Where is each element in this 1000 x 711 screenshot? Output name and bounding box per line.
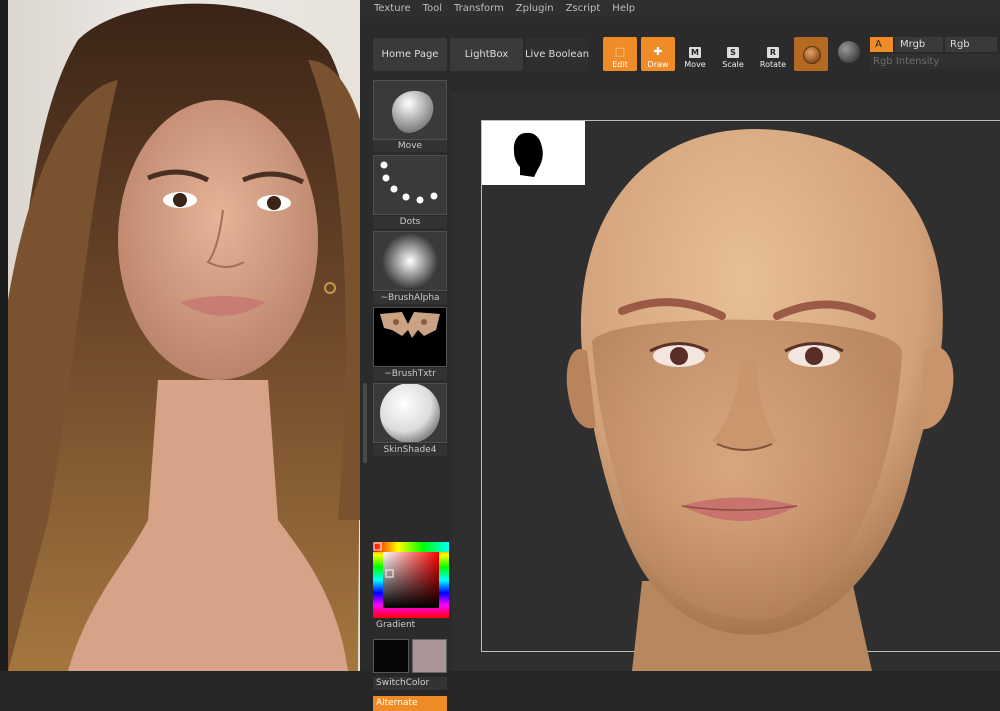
brush-label: Move — [373, 140, 447, 152]
move-brush-icon — [392, 90, 434, 133]
zbrush-window: Texture Tool Transform Zplugin Zscript H… — [360, 0, 1000, 711]
brush-alpha-icon — [382, 233, 438, 289]
rgb-toggle[interactable]: Rgb — [945, 37, 997, 52]
shelf-grip[interactable] — [363, 383, 367, 463]
left-shelf: Move Dots ~BrushAlpha ~BrushTxtr SkinSha… — [360, 80, 452, 711]
sphere-icon[interactable] — [838, 41, 860, 63]
material-sphere-icon — [803, 46, 821, 64]
rotate-icon: R — [767, 47, 779, 58]
skinshade-material-icon — [380, 383, 440, 443]
move-icon: M — [689, 47, 701, 58]
edit-icon: ⬚ — [614, 45, 626, 58]
a-toggle[interactable]: A — [870, 37, 893, 52]
rotate-label: Rotate — [759, 60, 787, 69]
dots-stroke-icon — [380, 161, 438, 204]
document-canvas[interactable] — [452, 93, 1000, 671]
material-button[interactable] — [794, 37, 828, 71]
menu-zplugin[interactable]: Zplugin — [510, 3, 560, 14]
reference-portrait — [8, 0, 360, 671]
menu-zscript[interactable]: Zscript — [560, 3, 607, 14]
scale-icon: S — [727, 47, 739, 58]
rgb-panel: A Mrgb Rgb Rgb Intensity — [870, 37, 1000, 71]
main-color-swatch[interactable] — [373, 639, 409, 673]
color-wheel — [373, 542, 449, 618]
menu-tool[interactable]: Tool — [417, 3, 448, 14]
rgb-intensity-slider[interactable]: Rgb Intensity — [870, 54, 1000, 69]
scale-button[interactable]: S Scale — [716, 37, 750, 71]
top-shelf: Home Page LightBox Live Boolean ⬚ Edit ✚… — [360, 17, 1000, 83]
menu-transform[interactable]: Transform — [448, 3, 510, 14]
alpha-label: ~BrushAlpha — [373, 292, 447, 304]
live-boolean-button[interactable]: Live Boolean — [525, 38, 589, 71]
color-picker[interactable] — [373, 542, 449, 618]
draw-icon: ✚ — [653, 45, 663, 58]
stroke-selector[interactable] — [373, 155, 447, 215]
brush-texture-icon — [380, 312, 440, 338]
home-page-button[interactable]: Home Page — [373, 38, 447, 71]
portrait-illustration — [8, 3, 360, 671]
move-label: Move — [684, 60, 706, 69]
move-button[interactable]: M Move — [678, 37, 712, 71]
left-edge-strip — [0, 0, 8, 671]
lightbox-button[interactable]: LightBox — [450, 38, 523, 71]
texture-label: ~BrushTxtr — [373, 368, 447, 380]
draw-button[interactable]: ✚ Draw — [641, 37, 675, 71]
texture-selector[interactable] — [373, 307, 447, 367]
gradient-label[interactable]: Gradient — [376, 620, 415, 630]
material-label: SkinShade4 — [373, 444, 447, 456]
reference-photo — [0, 0, 360, 671]
material-selector[interactable] — [373, 383, 447, 443]
switch-color-button[interactable]: SwitchColor — [373, 677, 447, 690]
mrgb-toggle[interactable]: Mrgb — [895, 37, 943, 52]
scale-label: Scale — [722, 60, 744, 69]
alpha-selector[interactable] — [373, 231, 447, 291]
brush-selector[interactable] — [373, 80, 447, 140]
alternate-button[interactable]: Alternate — [373, 696, 447, 711]
secondary-color-swatch[interactable] — [412, 639, 447, 673]
edit-label: Edit — [612, 60, 628, 69]
head-model-render — [566, 129, 954, 671]
edit-button[interactable]: ⬚ Edit — [603, 37, 637, 71]
menu-help[interactable]: Help — [606, 3, 641, 14]
menu-texture[interactable]: Texture — [360, 3, 417, 14]
stroke-label: Dots — [373, 216, 447, 228]
menu-bar: Texture Tool Transform Zplugin Zscript H… — [360, 0, 1000, 17]
draw-label: Draw — [647, 60, 669, 69]
rotate-button[interactable]: R Rotate — [756, 37, 790, 71]
